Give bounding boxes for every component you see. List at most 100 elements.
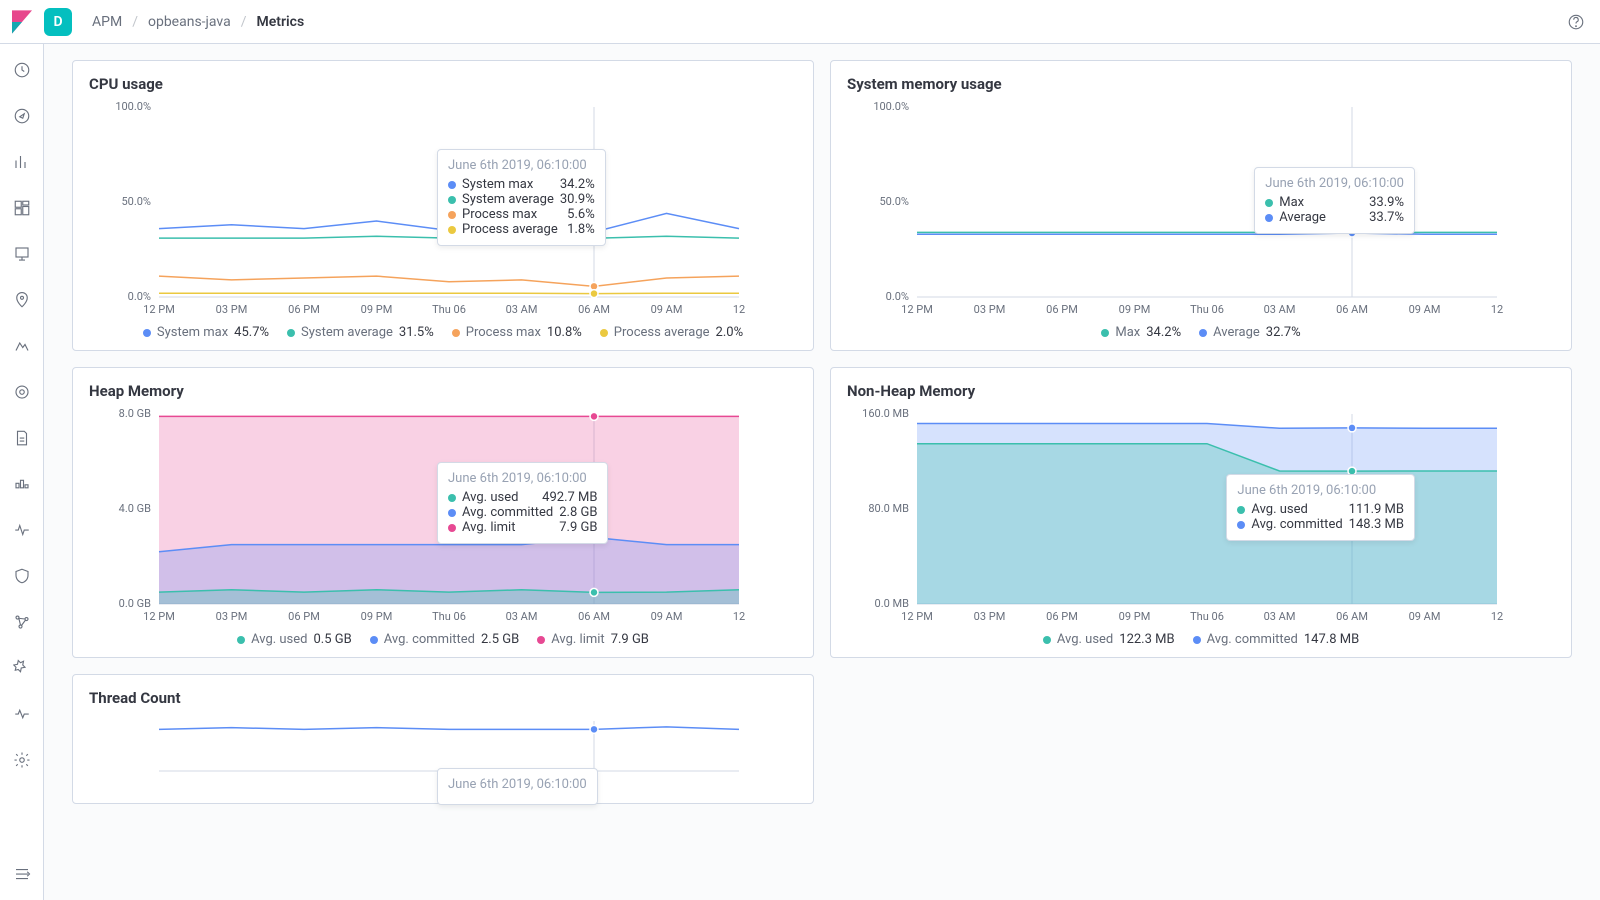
legend-item[interactable]: Avg. committed 147.8 MB — [1193, 632, 1360, 647]
breadcrumb-sep: / — [132, 14, 138, 30]
apm-icon[interactable] — [10, 472, 34, 496]
panel-title: CPU usage — [89, 75, 797, 93]
svg-text:12 PM: 12 PM — [143, 303, 175, 316]
recent-icon[interactable] — [10, 58, 34, 82]
svg-text:Thu 06: Thu 06 — [432, 610, 466, 623]
svg-text:80.0 MB: 80.0 MB — [868, 502, 909, 515]
breadcrumb: APM / opbeans-java / Metrics — [92, 14, 304, 30]
legend-item[interactable]: System max 45.7% — [143, 325, 269, 340]
svg-text:03 PM: 03 PM — [974, 303, 1006, 316]
svg-text:4.0 GB: 4.0 GB — [119, 502, 151, 515]
panel-title: Non-Heap Memory — [847, 382, 1555, 400]
legend-item[interactable]: Process max 10.8% — [452, 325, 582, 340]
svg-text:12: 12 — [733, 610, 745, 623]
breadcrumb-service[interactable]: opbeans-java — [148, 14, 231, 30]
devtools-icon[interactable] — [10, 656, 34, 680]
svg-text:Thu 06: Thu 06 — [1190, 610, 1224, 623]
svg-text:50.0%: 50.0% — [879, 195, 909, 208]
chart-threads[interactable]: 60.0 June 6th 2019, 06:10:00 — [89, 713, 797, 793]
svg-text:0.0 GB: 0.0 GB — [119, 597, 151, 610]
svg-text:09 PM: 09 PM — [361, 303, 393, 316]
svg-text:06 AM: 06 AM — [578, 303, 610, 316]
logs-icon[interactable] — [10, 426, 34, 450]
svg-text:06 AM: 06 AM — [1336, 303, 1368, 316]
legend: Avg. used 0.5 GB Avg. committed 2.5 GB Avg… — [89, 632, 797, 647]
svg-text:12 PM: 12 PM — [143, 610, 175, 623]
svg-text:12 PM: 12 PM — [901, 303, 933, 316]
collapse-icon[interactable] — [10, 862, 34, 886]
maps-icon[interactable] — [10, 288, 34, 312]
legend: Avg. used 122.3 MB Avg. committed 147.8 M… — [847, 632, 1555, 647]
breadcrumb-sep: / — [241, 14, 247, 30]
svg-text:12: 12 — [1491, 303, 1503, 316]
legend: Max 34.2% Average 32.7% — [847, 325, 1555, 340]
panel-title: Thread Count — [89, 689, 797, 707]
svg-text:06 PM: 06 PM — [288, 610, 320, 623]
legend-item[interactable]: Avg. limit 7.9 GB — [537, 632, 649, 647]
svg-text:06 AM: 06 AM — [578, 610, 610, 623]
management-icon[interactable] — [10, 748, 34, 772]
svg-text:09 AM: 09 AM — [651, 610, 683, 623]
panel-title: System memory usage — [847, 75, 1555, 93]
chart-heap[interactable]: 0.0 GB 4.0 GB 8.0 GB 12 PM 03 PM 06 PM 09 PM Th… — [89, 406, 797, 626]
chart-cpu[interactable]: 0.0%50.0%100.0%12 PM03 PM06 PM09 PMThu 0… — [89, 99, 797, 319]
kibana-logo[interactable] — [0, 10, 44, 34]
svg-text:03 AM: 03 AM — [506, 610, 538, 623]
chart-mem[interactable]: 0.0% 50.0% 100.0% 12 PM 03 PM 06 PM 09 PM Thu 0… — [847, 99, 1555, 319]
legend-item[interactable]: Avg. used 0.5 GB — [237, 632, 352, 647]
legend: System max 45.7% System average 31.5% Proc… — [89, 325, 797, 340]
canvas-icon[interactable] — [10, 242, 34, 266]
svg-text:06 PM: 06 PM — [1046, 303, 1078, 316]
svg-text:09 PM: 09 PM — [361, 610, 393, 623]
svg-text:0.0 MB: 0.0 MB — [875, 597, 910, 610]
dashboard-icon[interactable] — [10, 196, 34, 220]
help-icon[interactable] — [1564, 10, 1588, 34]
svg-text:0.0%: 0.0% — [886, 290, 909, 303]
visualize-icon[interactable] — [10, 150, 34, 174]
legend-item[interactable]: Process average 2.0% — [600, 325, 743, 340]
legend-item[interactable]: Max 34.2% — [1101, 325, 1181, 340]
space-letter: D — [53, 14, 62, 30]
svg-text:03 PM: 03 PM — [216, 303, 248, 316]
space-selector[interactable]: D — [44, 8, 72, 36]
content[interactable]: CPU usage 0.0% 50.0% 100.0% 12 PM 03 PM 06 PM… — [44, 44, 1600, 900]
svg-text:0.0%: 0.0% — [128, 290, 151, 303]
svg-text:8.0 GB: 8.0 GB — [119, 407, 151, 420]
chart-nonheap[interactable]: 0.0 MB80.0 MB160.0 MB12 PM03 PM06 PM09 P… — [847, 406, 1555, 626]
uptime-icon[interactable] — [10, 518, 34, 542]
svg-text:12: 12 — [733, 303, 745, 316]
breadcrumb-root[interactable]: APM — [92, 14, 122, 30]
topbar: D APM / opbeans-java / Metrics — [0, 0, 1600, 44]
discover-icon[interactable] — [10, 104, 34, 128]
ml-icon[interactable] — [10, 334, 34, 358]
legend-item[interactable]: Avg. committed 2.5 GB — [370, 632, 519, 647]
svg-text:50.0%: 50.0% — [121, 195, 151, 208]
svg-text:09 AM: 09 AM — [1409, 610, 1441, 623]
breadcrumb-current: Metrics — [256, 14, 304, 30]
svg-text:09 PM: 09 PM — [1119, 303, 1151, 316]
svg-text:Thu 06: Thu 06 — [432, 303, 466, 316]
sidebar — [0, 44, 44, 900]
monitoring-icon[interactable] — [10, 702, 34, 726]
svg-text:06 PM: 06 PM — [1046, 610, 1078, 623]
panel-nonheap: Non-Heap Memory 0.0 MB80.0 MB160.0 MB12 … — [830, 367, 1572, 658]
panel-threads: Thread Count 60.0 June 6th 2019, 06:10:0… — [72, 674, 814, 804]
panel-heap: Heap Memory 0.0 GB4.0 GB8.0 GB12 PM03 PM… — [72, 367, 814, 658]
svg-text:09 AM: 09 AM — [1409, 303, 1441, 316]
svg-text:06 PM: 06 PM — [288, 303, 320, 316]
svg-text:160.0 MB: 160.0 MB — [862, 407, 909, 420]
infra-icon[interactable] — [10, 380, 34, 404]
legend-item[interactable]: System average 31.5% — [287, 325, 434, 340]
siem-icon[interactable] — [10, 564, 34, 588]
svg-text:03 PM: 03 PM — [216, 610, 248, 623]
legend-item[interactable]: Avg. used 122.3 MB — [1043, 632, 1175, 647]
svg-text:03 PM: 03 PM — [974, 610, 1006, 623]
svg-text:12: 12 — [1491, 610, 1503, 623]
svg-text:Thu 06: Thu 06 — [1190, 303, 1224, 316]
svg-text:06 AM: 06 AM — [1336, 610, 1368, 623]
svg-text:03 AM: 03 AM — [1264, 610, 1296, 623]
svg-text:03 AM: 03 AM — [506, 303, 538, 316]
legend-item[interactable]: Average 32.7% — [1199, 325, 1301, 340]
svg-text:100.0%: 100.0% — [873, 100, 909, 113]
graph-icon[interactable] — [10, 610, 34, 634]
